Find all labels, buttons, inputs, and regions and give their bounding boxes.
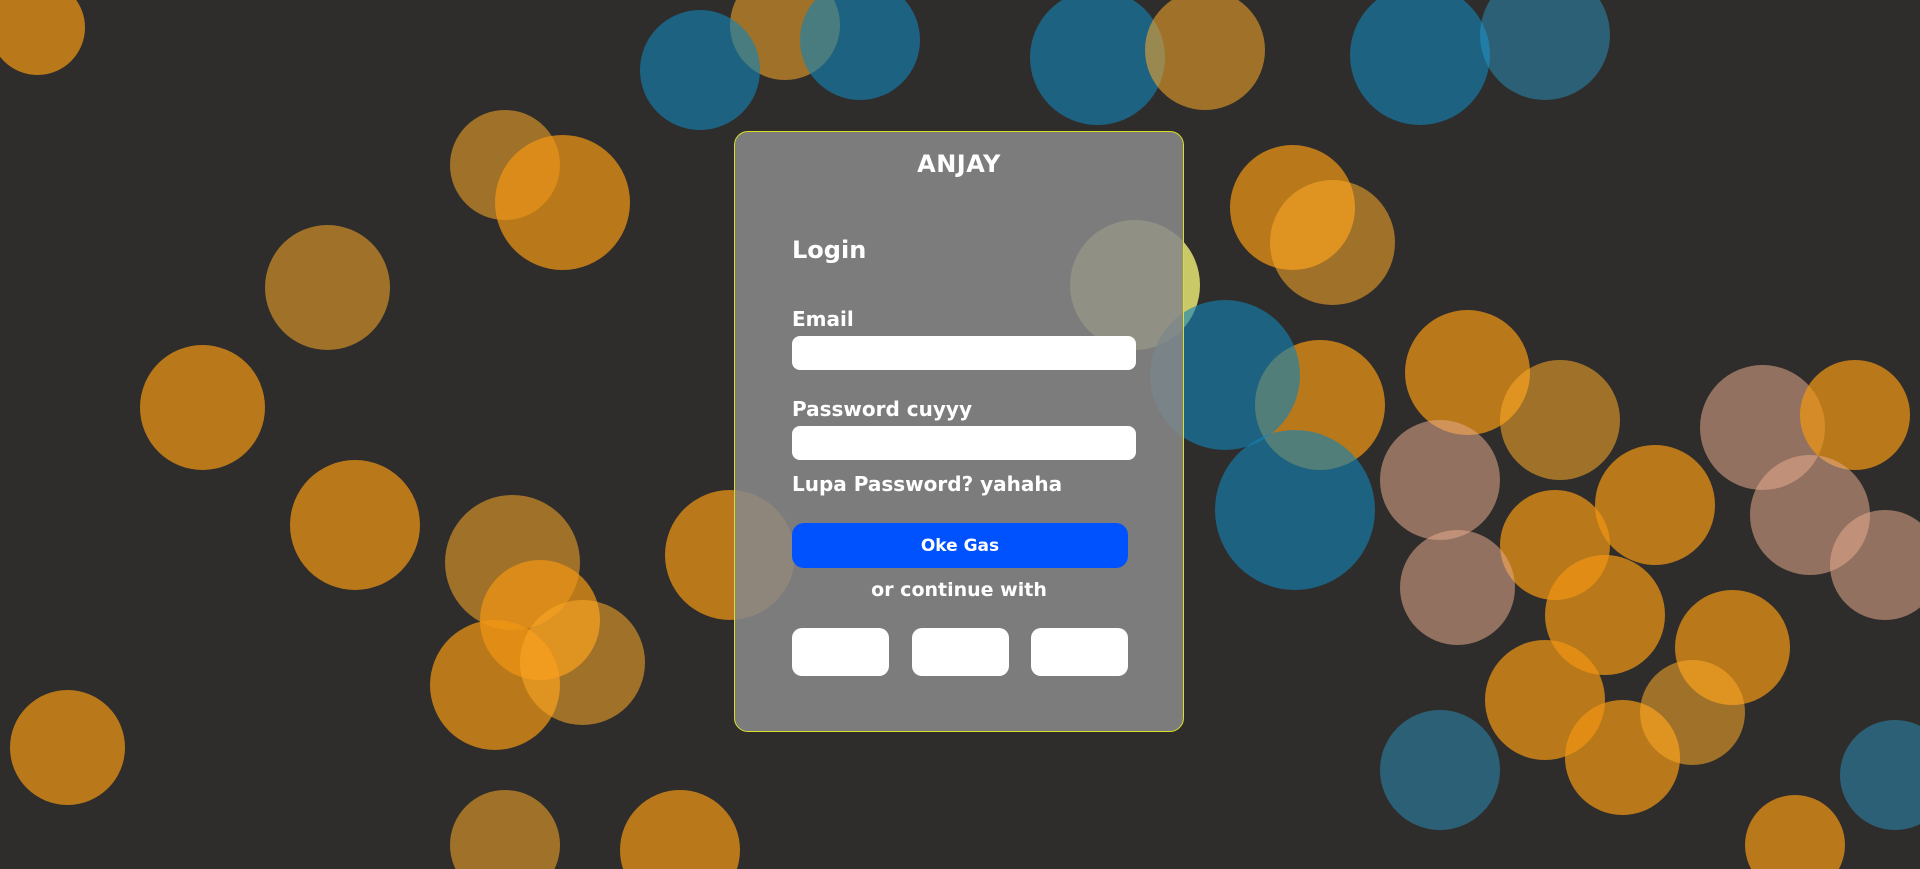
bokeh-light (1145, 0, 1265, 110)
bokeh-light (1380, 420, 1500, 540)
bokeh-light (1380, 710, 1500, 830)
bokeh-light (1350, 0, 1490, 125)
email-label: Email (792, 307, 854, 331)
bokeh-light (620, 790, 740, 869)
password-field[interactable] (792, 426, 1136, 460)
bokeh-light (1640, 660, 1745, 765)
bokeh-light (1800, 360, 1910, 470)
bokeh-light (1480, 0, 1610, 100)
bokeh-light (1215, 430, 1375, 590)
forgot-password-link[interactable]: Lupa Password? yahaha (792, 472, 1062, 496)
bokeh-light (1840, 720, 1920, 830)
app-brand-title: ANJAY (917, 150, 1001, 178)
bokeh-light (1745, 795, 1845, 869)
bokeh-light (140, 345, 265, 470)
bokeh-light (1500, 360, 1620, 480)
bokeh-light (1400, 530, 1515, 645)
bokeh-light (495, 135, 630, 270)
bokeh-light (800, 0, 920, 100)
bokeh-light (640, 10, 760, 130)
social-login-button-3[interactable] (1031, 628, 1128, 676)
login-heading: Login (792, 236, 867, 264)
bokeh-light (1270, 180, 1395, 305)
bokeh-light (265, 225, 390, 350)
social-login-button-1[interactable] (792, 628, 889, 676)
bokeh-light (1595, 445, 1715, 565)
social-login-button-2[interactable] (912, 628, 1009, 676)
bokeh-light (1030, 0, 1165, 125)
login-submit-button[interactable]: Oke Gas (792, 523, 1128, 568)
bokeh-light (10, 690, 125, 805)
password-label: Password cuyyy (792, 397, 972, 421)
continue-with-text: or continue with (871, 579, 1047, 601)
login-card: ANJAY Login Email Password cuyyy Lupa Pa… (734, 131, 1184, 732)
bokeh-light (290, 460, 420, 590)
bokeh-light (520, 600, 645, 725)
bokeh-light (0, 0, 85, 75)
email-field[interactable] (792, 336, 1136, 370)
bokeh-light (450, 790, 560, 869)
